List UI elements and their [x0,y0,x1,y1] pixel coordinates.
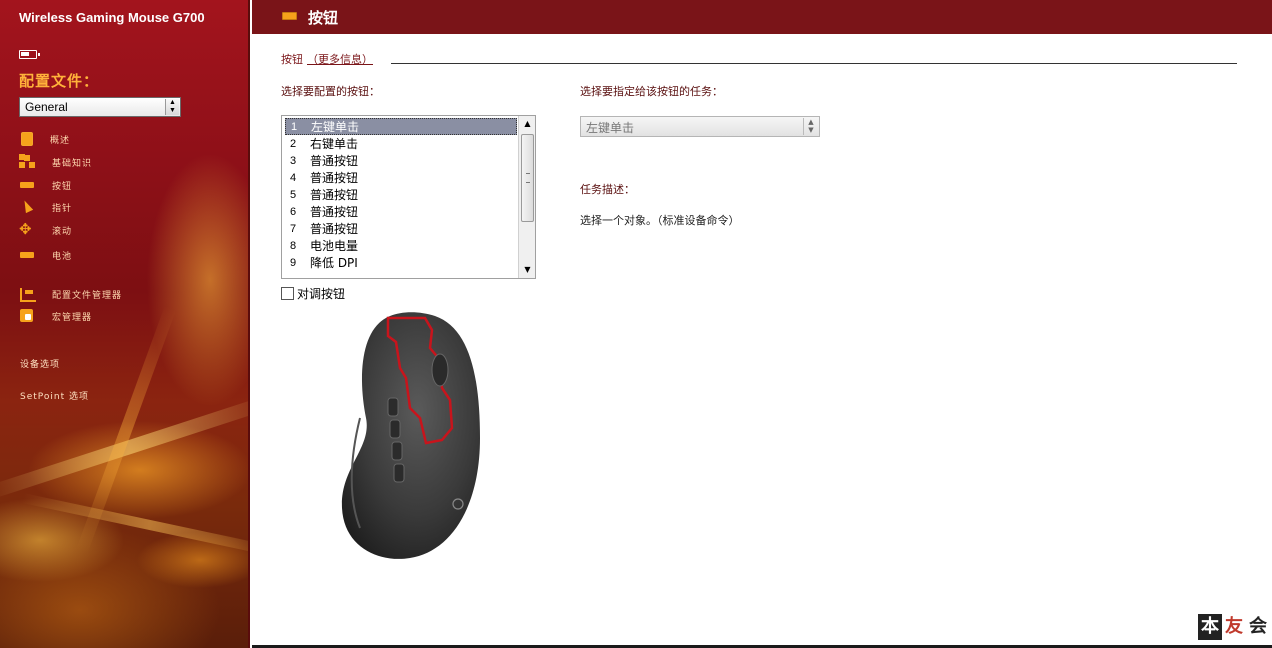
list-item-number: 5 [290,188,297,201]
basics-icon [19,154,35,170]
button-list[interactable]: 1 左键单击 2 右键单击 3 普通按钮 4 普通按钮 5 普通按钮 6 普通按… [281,115,536,279]
list-item-number: 1 [291,120,298,133]
list-item-label: 普通按钮 [310,222,359,236]
list-item-label: 普通按钮 [310,205,359,219]
profile-select[interactable]: General ▲ ▼ [19,97,181,117]
list-item-number: 2 [290,137,297,150]
list-item-number: 9 [290,256,297,269]
scroll-thumb[interactable] [521,134,534,222]
page-title: 按钮 [308,9,339,27]
section-divider [391,63,1237,64]
list-item-label: 普通按钮 [310,171,359,185]
page-header: 按钮 [252,0,1272,34]
list-item-label: 降低 DPI [310,256,358,270]
profile-select-value: General [25,100,68,114]
list-item[interactable]: 7 普通按钮 [285,220,517,237]
pointer-icon [19,199,35,215]
watermark-char: 本 [1198,614,1222,640]
list-item-number: 4 [290,171,297,184]
list-item[interactable]: 4 普通按钮 [285,169,517,186]
side-button [393,463,405,483]
side-button [389,419,401,439]
list-item[interactable]: 1 左键单击 [285,118,517,135]
select-spinner-icon: ▲ ▼ [803,118,818,135]
flame-decoration [21,493,248,557]
device-title: Wireless Gaming Mouse G700 [19,10,205,25]
list-item[interactable]: 2 右键单击 [285,135,517,152]
sidebar-item-overview[interactable]: 概述 [19,130,70,148]
task-description-label: 任务描述： [580,183,635,196]
mouse-body [341,312,480,559]
scroll-up-icon[interactable]: ▲ [519,116,535,132]
swap-buttons-checkbox[interactable]: 对调按钮 [281,285,345,302]
choose-button-label: 选择要配置的按钮： [281,85,380,98]
list-item[interactable]: 5 普通按钮 [285,186,517,203]
list-item[interactable]: 3 普通按钮 [285,152,517,169]
sidebar-item-scroll[interactable]: 滚动 [19,220,73,239]
profile-label: 配置文件： [19,72,100,90]
scroll-icon [19,220,35,238]
list-item-number: 3 [290,154,297,167]
sidebar-item-profile-manager[interactable]: 配置文件管理器 [19,285,122,303]
list-item-label: 普通按钮 [310,188,359,202]
battery-icon [19,247,35,263]
sidebar-item-label: 概述 [50,135,71,146]
more-info-link[interactable]: （更多信息） [307,53,373,66]
sidebar-item-macro-manager[interactable]: 宏管理器 [19,307,92,325]
overview-icon [21,132,33,146]
buttons-icon [282,12,297,20]
task-description-text: 选择一个对象。（标准设备命令） [580,214,740,227]
list-item[interactable]: 8 电池电量 [285,237,517,254]
sidebar-item-label: 宏管理器 [52,312,93,323]
sidebar: Wireless Gaming Mouse G700 配置文件： General… [0,0,250,648]
watermark-char: 会 [1249,616,1267,637]
swap-buttons-label: 对调按钮 [297,287,346,301]
setpoint-options-link[interactable]: SetPoint 选项 [20,389,89,402]
mouse-image [341,312,480,559]
list-item-number: 8 [290,239,297,252]
sidebar-item-buttons[interactable]: 按钮 [19,176,72,194]
sidebar-item-label: 电池 [52,251,73,262]
watermark-logo: 本 友 会 [1198,614,1270,640]
side-button [391,441,403,461]
list-item-label: 左键单击 [311,120,360,134]
profile-manager-icon [19,286,36,302]
list-item-label: 电池电量 [310,239,359,253]
battery-status-icon [19,50,40,59]
sidebar-item-basics[interactable]: 基础知识 [19,153,92,171]
section-title: 按钮 [281,53,303,66]
sidebar-item-label: 指针 [52,203,73,214]
task-select-value: 左键单击 [586,121,635,135]
side-button [387,397,399,417]
list-scrollbar[interactable]: ▲ ▼ [518,116,535,278]
sidebar-item-label: 基础知识 [52,158,93,169]
list-item[interactable]: 6 普通按钮 [285,203,517,220]
buttons-icon [19,177,35,193]
task-select[interactable]: 左键单击 ▲ ▼ [580,116,820,137]
scroll-wheel [431,353,449,387]
sidebar-item-battery[interactable]: 电池 [19,246,72,264]
sidebar-item-label: 滚动 [52,226,73,237]
sidebar-item-label: 按钮 [52,181,73,192]
section-heading: 按钮 （更多信息） [281,51,373,67]
list-item[interactable]: 9 降低 DPI [285,254,517,271]
list-item-label: 普通按钮 [310,154,359,168]
checkbox-box[interactable] [281,287,294,300]
list-item-number: 7 [290,222,297,235]
macro-manager-icon [19,308,35,324]
sidebar-item-label: 配置文件管理器 [52,290,123,301]
select-spinner-icon: ▲ ▼ [165,99,179,115]
watermark-char: 友 [1225,616,1243,637]
choose-task-label: 选择要指定给该按钮的任务： [580,85,723,98]
scroll-down-icon[interactable]: ▼ [519,262,535,278]
device-options-link[interactable]: 设备选项 [20,357,60,370]
list-item-number: 6 [290,205,297,218]
list-item-label: 右键单击 [310,137,359,151]
sidebar-item-pointer[interactable]: 指针 [19,198,72,216]
